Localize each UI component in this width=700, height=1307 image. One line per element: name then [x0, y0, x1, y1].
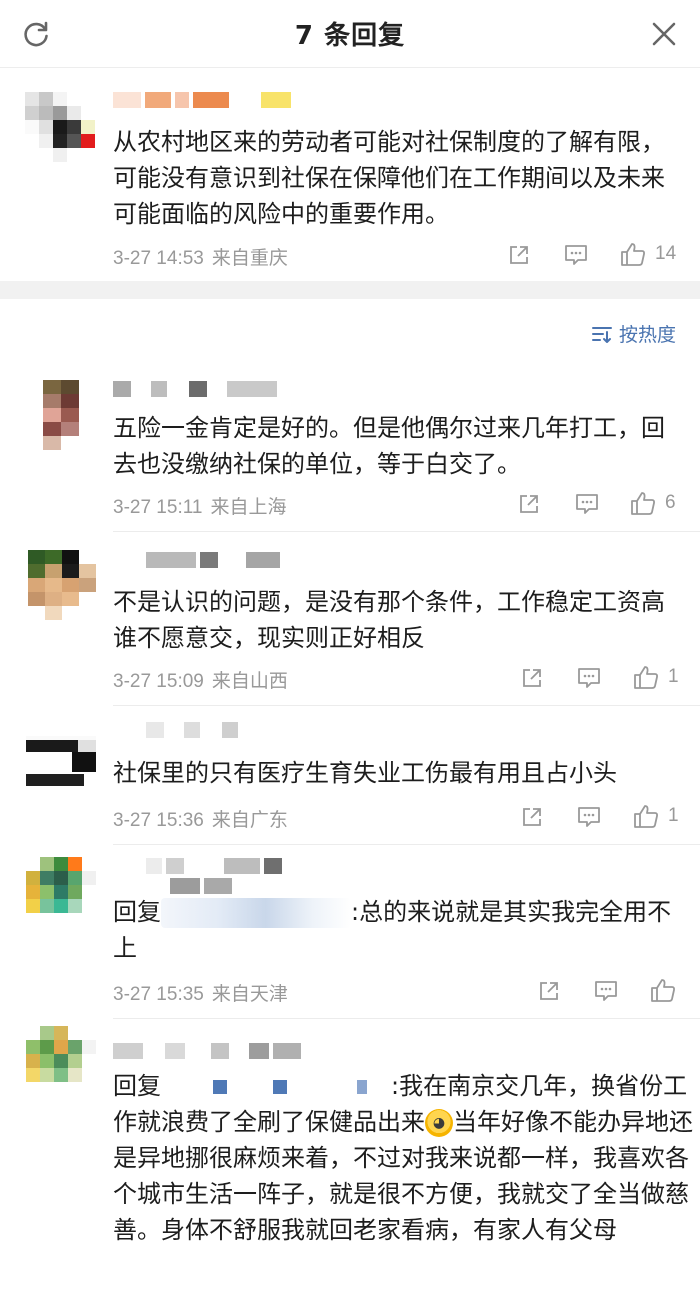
share-icon[interactable] — [520, 803, 544, 831]
username-redacted[interactable] — [113, 1043, 301, 1059]
username-redacted[interactable] — [146, 858, 286, 894]
comment-source: 来自广东 — [211, 810, 288, 831]
header: 7 条回复 — [0, 0, 700, 68]
comment-text: 从农村地区来的劳动者可能对社保制度的了解有限，可能没有意识到社保在保障他们在工作… — [113, 128, 665, 228]
comment-meta: 3-27 14:53 来自重庆 — [113, 243, 288, 270]
mentioned-user-redacted[interactable] — [161, 1072, 391, 1102]
share-icon[interactable] — [520, 664, 544, 692]
comment-icon[interactable] — [576, 803, 602, 831]
avatar[interactable] — [26, 1026, 96, 1096]
share-icon[interactable] — [507, 241, 531, 269]
comment-icon[interactable] — [563, 241, 589, 269]
like-button[interactable]: 6 — [629, 489, 676, 517]
username-redacted[interactable] — [146, 552, 280, 568]
comment-source: 来自山西 — [211, 671, 288, 692]
like-button[interactable] — [649, 976, 677, 1004]
reply-prefix: 回复 — [113, 1072, 161, 1100]
comment-source: 来自重庆 — [211, 248, 288, 269]
reply-prefix: 回复 — [113, 898, 161, 926]
comment-text: 社保里的只有医疗生育失业工伤最有用且占小头 — [113, 759, 617, 787]
page-title: 7 条回复 — [294, 21, 406, 51]
sort-icon — [591, 326, 612, 343]
divider — [113, 705, 700, 706]
comment-meta: 3-27 15:35 来自天津 — [113, 979, 288, 1006]
comment-date: 3-27 14:53 — [113, 248, 204, 269]
comment-text: 五险一金肯定是好的。但是他偶尔过来几年打工，回去也没缴纳社保的单位，等于白交了。 — [113, 414, 665, 478]
comment-source: 来自天津 — [211, 984, 288, 1005]
root-comment: 从农村地区来的劳动者可能对社保制度的了解有限，可能没有意识到社保在保障他们在工作… — [0, 69, 700, 281]
username-redacted[interactable] — [146, 722, 238, 738]
avatar[interactable] — [26, 857, 96, 927]
close-icon[interactable] — [644, 14, 684, 54]
share-icon[interactable] — [537, 977, 561, 1005]
divider — [113, 1018, 700, 1019]
sort-label: 按热度 — [618, 324, 676, 346]
comment-date: 3-27 15:35 — [113, 984, 204, 1005]
divider — [113, 531, 700, 532]
username-redacted[interactable] — [113, 381, 277, 397]
comment-text: 不是认识的问题，是没有那个条件，工作稳定工资高谁不愿意交，现实则正好相反 — [113, 588, 665, 652]
refresh-icon[interactable] — [16, 14, 56, 54]
username-redacted[interactable] — [113, 92, 291, 108]
like-button[interactable]: 1 — [632, 663, 679, 691]
section-gap — [0, 281, 700, 299]
comment-date: 3-27 15:36 — [113, 810, 204, 831]
like-count: 1 — [668, 666, 679, 687]
comment-date: 3-27 15:11 — [113, 497, 203, 518]
comment-icon[interactable] — [574, 490, 600, 518]
comment-meta: 3-27 15:09 来自山西 — [113, 666, 288, 693]
comment-text: 回复:我在南京交几年，换省份工作就浪费了全刷了保健品出来 ◕ 当年好像不能办异地还是… — [113, 1068, 693, 1248]
comment-source: 来自上海 — [210, 497, 287, 518]
like-count: 6 — [665, 492, 676, 513]
share-icon[interactable] — [517, 490, 541, 518]
like-button[interactable]: 14 — [619, 240, 676, 268]
avatar[interactable] — [28, 550, 96, 620]
divider — [113, 844, 700, 845]
sort-by-hot-button[interactable]: 按热度 — [591, 320, 676, 347]
comment-icon[interactable] — [593, 977, 619, 1005]
comment-meta: 3-27 15:11 来自上海 — [113, 492, 286, 519]
mentioned-user-redacted[interactable] — [161, 898, 351, 928]
avatar[interactable] — [43, 380, 79, 450]
comment-meta: 3-27 15:36 来自广东 — [113, 805, 288, 832]
like-count: 14 — [655, 243, 677, 264]
comment-text: 回复:总的来说就是其实我完全用不上 — [113, 894, 688, 966]
like-button[interactable]: 1 — [632, 802, 679, 830]
avatar[interactable] — [25, 92, 95, 162]
like-count: 1 — [668, 805, 679, 826]
crying-face-emoji-icon: ◕ — [425, 1109, 453, 1137]
comment-icon[interactable] — [576, 664, 602, 692]
comment-date: 3-27 15:09 — [113, 671, 204, 692]
avatar[interactable] — [26, 722, 96, 792]
